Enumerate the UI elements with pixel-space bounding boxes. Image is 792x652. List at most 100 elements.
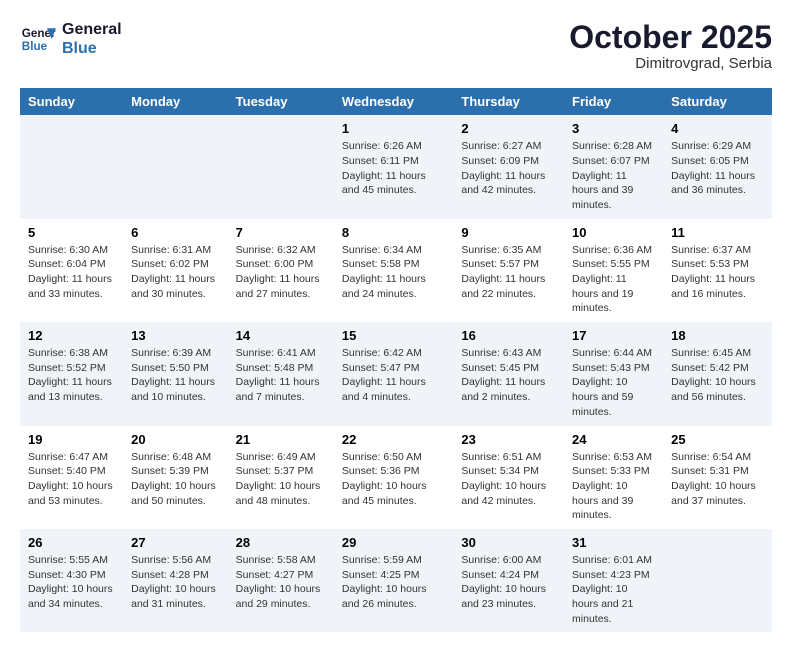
day-number: 12 [28, 328, 115, 343]
day-number: 6 [131, 225, 220, 240]
calendar-cell [20, 115, 123, 218]
day-number: 25 [671, 432, 764, 447]
day-number: 8 [342, 225, 445, 240]
calendar-cell: 26 Sunrise: 5:55 AM Sunset: 4:30 PM Dayli… [20, 529, 123, 632]
week-row-5: 26 Sunrise: 5:55 AM Sunset: 4:30 PM Dayli… [20, 529, 772, 632]
day-info: Sunrise: 6:43 AM Sunset: 5:45 PM Dayligh… [461, 346, 556, 405]
day-info: Sunrise: 6:44 AM Sunset: 5:43 PM Dayligh… [572, 346, 655, 419]
day-number: 30 [461, 535, 556, 550]
day-number: 13 [131, 328, 220, 343]
calendar-cell: 14 Sunrise: 6:41 AM Sunset: 5:48 PM Dayli… [228, 322, 334, 425]
day-info: Sunrise: 6:27 AM Sunset: 6:09 PM Dayligh… [461, 139, 556, 198]
day-info: Sunrise: 6:53 AM Sunset: 5:33 PM Dayligh… [572, 450, 655, 523]
day-info: Sunrise: 6:45 AM Sunset: 5:42 PM Dayligh… [671, 346, 764, 405]
day-info: Sunrise: 6:01 AM Sunset: 4:23 PM Dayligh… [572, 553, 655, 626]
calendar-cell: 3 Sunrise: 6:28 AM Sunset: 6:07 PM Daylig… [564, 115, 663, 218]
day-info: Sunrise: 6:30 AM Sunset: 6:04 PM Dayligh… [28, 243, 115, 302]
title-block: October 2025 Dimitrovgrad, Serbia [569, 20, 772, 72]
day-number: 7 [236, 225, 326, 240]
day-info: Sunrise: 5:55 AM Sunset: 4:30 PM Dayligh… [28, 553, 115, 612]
day-number: 10 [572, 225, 655, 240]
day-number: 26 [28, 535, 115, 550]
svg-text:Blue: Blue [22, 40, 48, 53]
day-info: Sunrise: 6:41 AM Sunset: 5:48 PM Dayligh… [236, 346, 326, 405]
week-row-1: 1 Sunrise: 6:26 AM Sunset: 6:11 PM Daylig… [20, 115, 772, 218]
weekday-header-wednesday: Wednesday [334, 88, 453, 115]
calendar-cell: 13 Sunrise: 6:39 AM Sunset: 5:50 PM Dayli… [123, 322, 228, 425]
day-number: 20 [131, 432, 220, 447]
calendar-cell: 11Sunrise: 6:37 AM Sunset: 5:53 PM Dayli… [663, 219, 772, 322]
day-info: Sunrise: 6:31 AM Sunset: 6:02 PM Dayligh… [131, 243, 220, 302]
calendar-cell: 27Sunrise: 5:56 AM Sunset: 4:28 PM Dayli… [123, 529, 228, 632]
day-info: Sunrise: 5:58 AM Sunset: 4:27 PM Dayligh… [236, 553, 326, 612]
day-number: 31 [572, 535, 655, 550]
weekday-header-tuesday: Tuesday [228, 88, 334, 115]
day-number: 27 [131, 535, 220, 550]
calendar-cell: 19 Sunrise: 6:47 AM Sunset: 5:40 PM Dayli… [20, 426, 123, 529]
calendar-cell: 4Sunrise: 6:29 AM Sunset: 6:05 PM Daylig… [663, 115, 772, 218]
day-number: 21 [236, 432, 326, 447]
calendar-cell: 6 Sunrise: 6:31 AM Sunset: 6:02 PM Daylig… [123, 219, 228, 322]
calendar-header-row: SundayMondayTuesdayWednesdayThursdayFrid… [20, 88, 772, 115]
day-info: Sunrise: 6:28 AM Sunset: 6:07 PM Dayligh… [572, 139, 655, 212]
calendar-cell: 22Sunrise: 6:50 AM Sunset: 5:36 PM Dayli… [334, 426, 453, 529]
calendar-cell: 23 Sunrise: 6:51 AM Sunset: 5:34 PM Dayli… [453, 426, 564, 529]
logo-general: General [62, 20, 122, 39]
logo-blue: Blue [62, 39, 122, 58]
logo: General Blue General Blue [20, 20, 122, 58]
page-header: General Blue General Blue October 2025 D… [20, 20, 772, 72]
calendar-cell: 30 Sunrise: 6:00 AM Sunset: 4:24 PM Dayli… [453, 529, 564, 632]
day-info: Sunrise: 6:36 AM Sunset: 5:55 PM Dayligh… [572, 243, 655, 316]
day-info: Sunrise: 6:00 AM Sunset: 4:24 PM Dayligh… [461, 553, 556, 612]
day-number: 18 [671, 328, 764, 343]
day-info: Sunrise: 6:29 AM Sunset: 6:05 PM Dayligh… [671, 139, 764, 198]
calendar-cell: 20Sunrise: 6:48 AM Sunset: 5:39 PM Dayli… [123, 426, 228, 529]
week-row-2: 5 Sunrise: 6:30 AM Sunset: 6:04 PM Daylig… [20, 219, 772, 322]
day-info: Sunrise: 6:47 AM Sunset: 5:40 PM Dayligh… [28, 450, 115, 509]
day-info: Sunrise: 6:54 AM Sunset: 5:31 PM Dayligh… [671, 450, 764, 509]
day-number: 1 [342, 121, 445, 136]
month-title: October 2025 [569, 20, 772, 55]
day-number: 3 [572, 121, 655, 136]
location: Dimitrovgrad, Serbia [569, 55, 772, 72]
calendar-cell: 9 Sunrise: 6:35 AM Sunset: 5:57 PM Daylig… [453, 219, 564, 322]
day-info: Sunrise: 5:59 AM Sunset: 4:25 PM Dayligh… [342, 553, 445, 612]
calendar-cell: 10 Sunrise: 6:36 AM Sunset: 5:55 PM Dayli… [564, 219, 663, 322]
logo-icon: General Blue [20, 21, 56, 57]
week-row-4: 19 Sunrise: 6:47 AM Sunset: 5:40 PM Dayli… [20, 426, 772, 529]
day-number: 19 [28, 432, 115, 447]
day-number: 24 [572, 432, 655, 447]
day-info: Sunrise: 6:35 AM Sunset: 5:57 PM Dayligh… [461, 243, 556, 302]
day-number: 5 [28, 225, 115, 240]
calendar-cell: 29 Sunrise: 5:59 AM Sunset: 4:25 PM Dayli… [334, 529, 453, 632]
day-info: Sunrise: 6:39 AM Sunset: 5:50 PM Dayligh… [131, 346, 220, 405]
week-row-3: 12 Sunrise: 6:38 AM Sunset: 5:52 PM Dayli… [20, 322, 772, 425]
calendar-cell: 5 Sunrise: 6:30 AM Sunset: 6:04 PM Daylig… [20, 219, 123, 322]
calendar-cell [228, 115, 334, 218]
day-number: 9 [461, 225, 556, 240]
calendar-cell: 7 Sunrise: 6:32 AM Sunset: 6:00 PM Daylig… [228, 219, 334, 322]
day-info: Sunrise: 6:37 AM Sunset: 5:53 PM Dayligh… [671, 243, 764, 302]
calendar-cell: 1 Sunrise: 6:26 AM Sunset: 6:11 PM Daylig… [334, 115, 453, 218]
calendar-cell: 24 Sunrise: 6:53 AM Sunset: 5:33 PM Dayli… [564, 426, 663, 529]
day-info: Sunrise: 6:26 AM Sunset: 6:11 PM Dayligh… [342, 139, 445, 198]
calendar-cell: 18 Sunrise: 6:45 AM Sunset: 5:42 PM Dayli… [663, 322, 772, 425]
day-info: Sunrise: 6:50 AM Sunset: 5:36 PM Dayligh… [342, 450, 445, 509]
day-info: Sunrise: 6:38 AM Sunset: 5:52 PM Dayligh… [28, 346, 115, 405]
calendar-cell: 2 Sunrise: 6:27 AM Sunset: 6:09 PM Daylig… [453, 115, 564, 218]
calendar-cell [123, 115, 228, 218]
day-number: 29 [342, 535, 445, 550]
calendar-cell: 25 Sunrise: 6:54 AM Sunset: 5:31 PM Dayli… [663, 426, 772, 529]
weekday-header-monday: Monday [123, 88, 228, 115]
day-number: 2 [461, 121, 556, 136]
calendar-cell: 8Sunrise: 6:34 AM Sunset: 5:58 PM Daylig… [334, 219, 453, 322]
calendar-cell: 15Sunrise: 6:42 AM Sunset: 5:47 PM Dayli… [334, 322, 453, 425]
day-number: 14 [236, 328, 326, 343]
day-number: 28 [236, 535, 326, 550]
day-info: Sunrise: 6:49 AM Sunset: 5:37 PM Dayligh… [236, 450, 326, 509]
day-info: Sunrise: 6:51 AM Sunset: 5:34 PM Dayligh… [461, 450, 556, 509]
day-info: Sunrise: 6:32 AM Sunset: 6:00 PM Dayligh… [236, 243, 326, 302]
day-number: 23 [461, 432, 556, 447]
day-number: 17 [572, 328, 655, 343]
calendar-cell: 17 Sunrise: 6:44 AM Sunset: 5:43 PM Dayli… [564, 322, 663, 425]
